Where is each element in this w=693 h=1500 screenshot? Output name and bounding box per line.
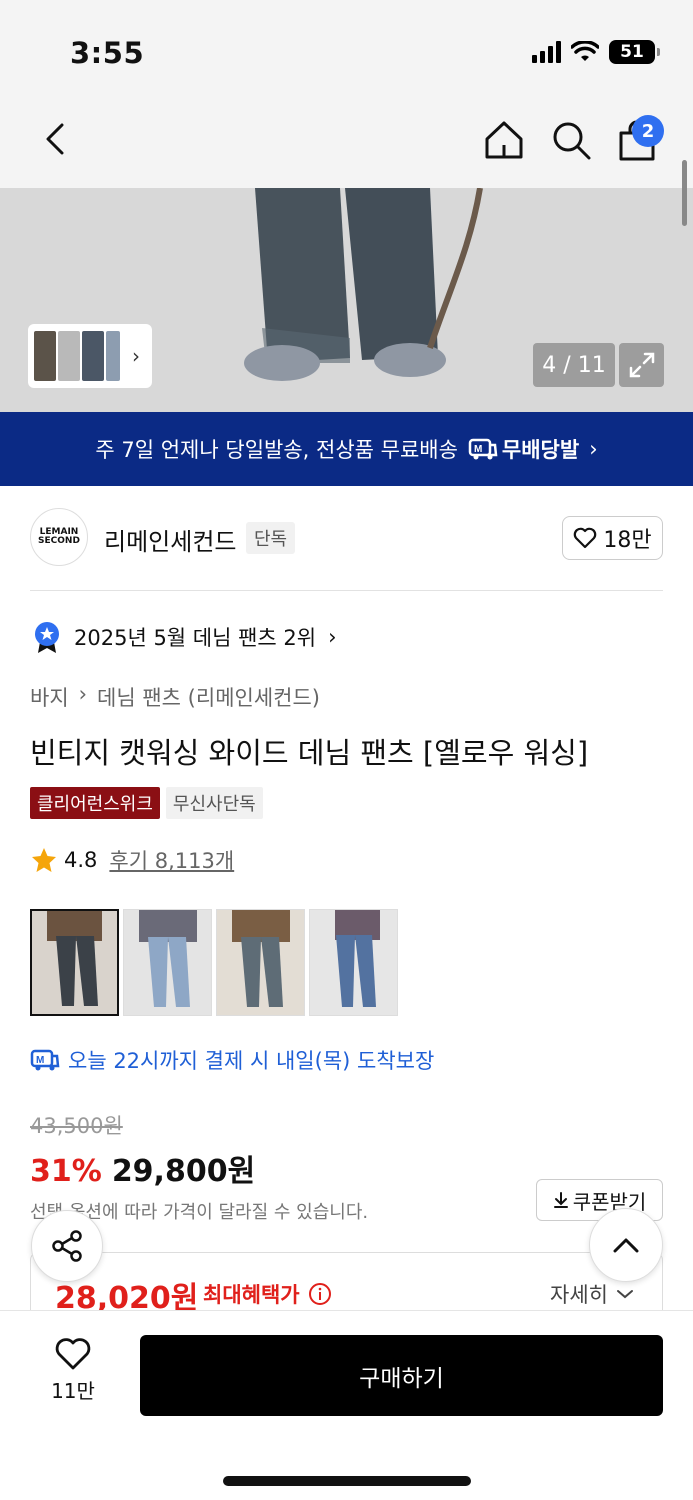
cart-badge: 2 (632, 115, 664, 147)
signal-icon (532, 41, 561, 63)
thumbnail (106, 331, 120, 381)
nav-bar: 2 (0, 95, 693, 188)
battery-icon: 51 (609, 40, 660, 64)
scroll-top-button[interactable] (589, 1208, 663, 1282)
brand-name[interactable]: 리메인세컨드 (104, 522, 236, 557)
chevron-down-icon (617, 1290, 633, 1299)
brand-exclusive-tag: 단독 (246, 522, 296, 554)
delivery-truck-icon: M (30, 1049, 60, 1071)
heart-icon (55, 1338, 91, 1370)
scrollbar[interactable] (682, 160, 687, 226)
color-option[interactable] (309, 909, 398, 1016)
product-image-gallery[interactable]: › 4 / 11 (0, 188, 693, 412)
swatch-image (32, 911, 117, 1014)
ranking-text: 2025년 5월 데님 팬츠 2위 (74, 626, 317, 650)
info-icon[interactable] (308, 1282, 332, 1306)
sale-price: 29,800원 (111, 1154, 256, 1189)
swatch-image (124, 910, 211, 1015)
breadcrumb-subcategory[interactable]: 데님 팬츠 (리메인세컨드) (97, 682, 320, 712)
share-icon (52, 1230, 82, 1262)
rating-value: 4.8 (64, 848, 98, 872)
svg-text:M: M (474, 444, 482, 455)
breadcrumb-category[interactable]: 바지 (30, 682, 69, 712)
wishlist-button[interactable]: 11만 (30, 1337, 116, 1417)
download-icon (553, 1192, 568, 1208)
price-row: 31% 29,800원 (30, 1146, 255, 1190)
status-time: 3:55 (70, 36, 145, 70)
color-option[interactable] (123, 909, 212, 1016)
delivery-guarantee: M 오늘 22시까지 결제 시 내일(목) 도착보장 (30, 1045, 434, 1075)
rank-badge-icon (35, 622, 59, 653)
tag-exclusive: 무신사단독 (165, 787, 263, 819)
wishlist-count: 11만 (51, 1379, 95, 1403)
home-indicator[interactable] (223, 1476, 471, 1486)
status-icons: 51 (532, 40, 660, 64)
original-price: 43,500원 (30, 1114, 123, 1138)
swatch-image (217, 910, 304, 1015)
breadcrumb: 바지 › 데님 팬츠 (리메인세컨드) (30, 682, 320, 712)
back-icon[interactable] (36, 119, 76, 159)
brand-like-button[interactable]: 18만 (562, 516, 663, 560)
divider (30, 590, 663, 591)
product-title: 빈티지 캣워싱 와이드 데님 팬츠 [옐로우 워싱] (30, 736, 589, 770)
delivery-text: 오늘 22시까지 결제 시 내일(목) 도착보장 (68, 1049, 435, 1073)
review-link[interactable]: 후기 8,113개 (109, 845, 234, 875)
expand-icon (629, 352, 654, 378)
share-button[interactable] (31, 1210, 103, 1282)
chevron-right-icon: › (589, 437, 598, 461)
brand-logo[interactable]: LEMAIN SECOND (30, 508, 88, 566)
buy-button[interactable]: 구매하기 (140, 1335, 663, 1416)
discount-rate: 31% (30, 1154, 102, 1189)
ranking-link[interactable]: 2025년 5월 데님 팬츠 2위 › (32, 620, 337, 654)
search-icon[interactable] (550, 119, 592, 161)
benefit-label-row: 최대혜택가 (203, 1279, 332, 1309)
wifi-icon (571, 41, 599, 61)
banner-logo-text: 무배당발 (501, 438, 580, 462)
star-icon (32, 848, 56, 872)
status-bar: 3:55 51 (0, 0, 693, 95)
product-tags: 클리어런스위크 무신사단독 (30, 787, 263, 819)
shipping-banner[interactable]: 주 7일 언제나 당일발송, 전상품 무료배송 M 무배당발 › (0, 412, 693, 486)
benefit-detail-label: 자세히 (550, 1283, 608, 1307)
expand-button[interactable] (619, 343, 664, 387)
banner-logo: M 무배당발 (468, 434, 579, 464)
home-icon[interactable] (483, 119, 525, 161)
image-counter: 4 / 11 (533, 343, 615, 387)
brand-like-count: 18만 (603, 528, 652, 553)
color-options (30, 909, 398, 1016)
benefit-label: 최대혜택가 (203, 1283, 300, 1307)
chevron-right-icon: › (328, 625, 337, 649)
swatch-image (310, 910, 397, 1015)
tag-clearance: 클리어런스위크 (30, 787, 160, 819)
svg-text:M: M (36, 1055, 44, 1066)
rating-row: 4.8 후기 8,113개 (30, 845, 234, 875)
thumbnail (82, 331, 104, 381)
brand-row: LEMAIN SECOND 리메인세컨드 단독 18만 (30, 508, 663, 568)
breadcrumb-separator: › (78, 682, 88, 706)
thumbnail (34, 331, 56, 381)
delivery-truck-icon: M (468, 438, 498, 460)
color-option[interactable] (216, 909, 305, 1016)
banner-text: 주 7일 언제나 당일발송, 전상품 무료배송 (95, 438, 458, 462)
chevron-right-icon: › (132, 344, 140, 368)
chevron-up-icon (613, 1238, 639, 1253)
benefit-detail-toggle[interactable]: 자세히 (550, 1279, 634, 1309)
thumbnail (58, 331, 80, 381)
bottom-action-bar: 11만 구매하기 (0, 1310, 693, 1500)
color-option[interactable] (30, 909, 119, 1016)
heart-icon (574, 527, 597, 549)
thumbnail-strip[interactable]: › (28, 324, 152, 388)
